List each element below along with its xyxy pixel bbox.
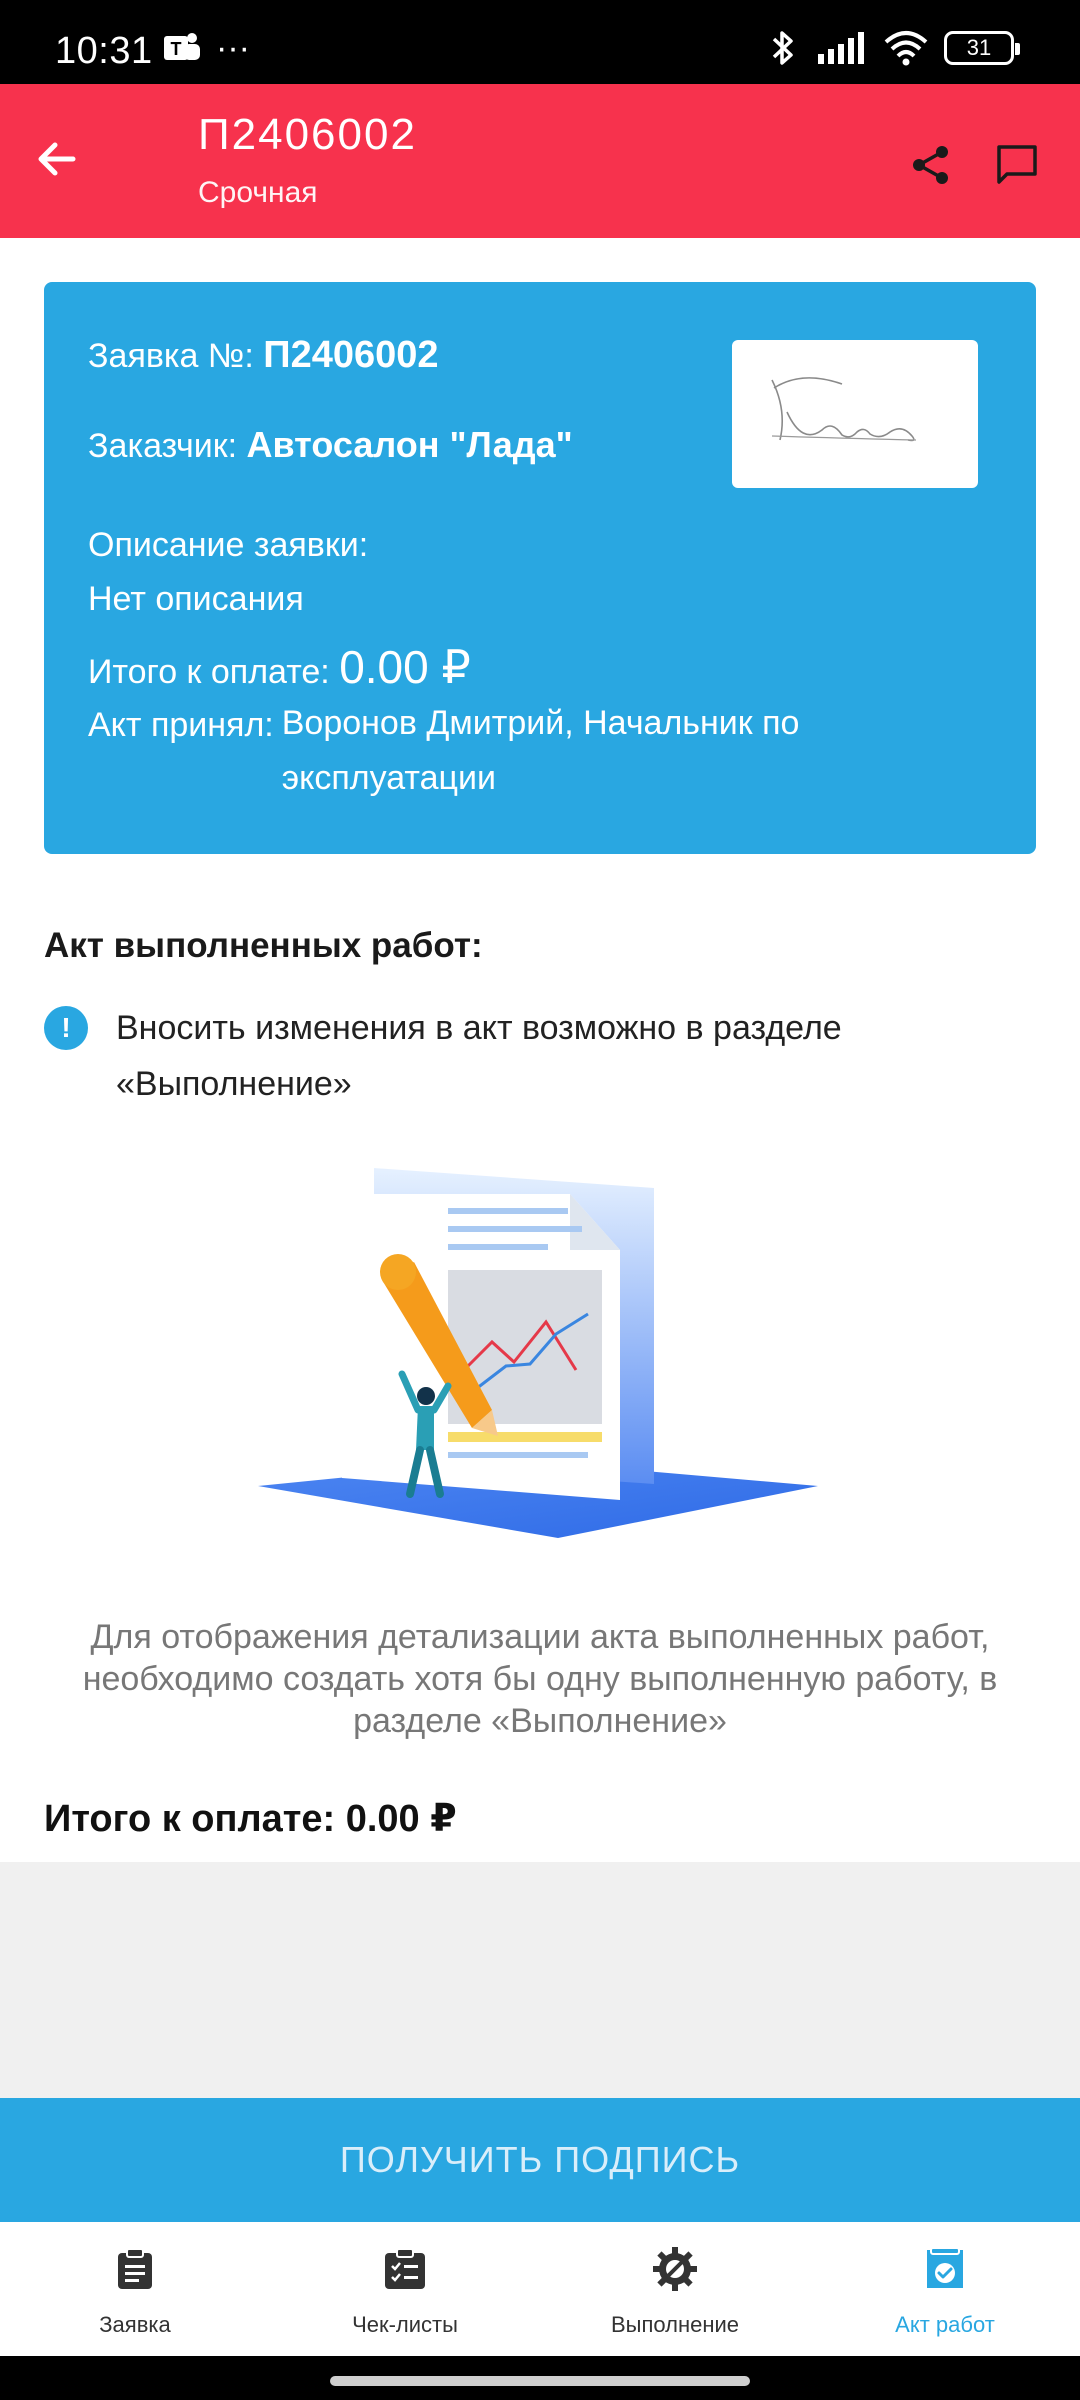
total-row: Итого к оплате: 0.00 ₽ [88,640,471,694]
description-label: Описание заявки: [88,526,369,564]
battery-level: 31 [966,35,992,60]
customer-value: Автосалон "Лада" [246,424,573,465]
accepted-value: Воронов Дмитрий, Начальник по эксплуатац… [281,704,800,797]
customer-label: Заказчик: [88,427,247,465]
info-exclamation-icon: ! [44,1006,88,1050]
nav-label-request: Заявка [99,2312,171,2337]
act-check-icon [920,2244,970,2294]
request-number-row: Заявка №: П2406002 [88,334,439,377]
gesture-area [0,2356,1080,2400]
arrow-back-icon [38,142,76,176]
accepted-label: Акт принял: [88,706,274,744]
back-button[interactable] [22,124,92,194]
get-signature-button[interactable]: ПОЛУЧИТЬ ПОДПИСЬ [0,2098,1080,2222]
clipboard-icon [110,2244,160,2294]
bottom-navigation: Заявка Чек-листы Выполнение Акт работ [0,2222,1080,2356]
empty-act-illustration [258,1160,824,1540]
gesture-handle[interactable] [330,2376,750,2386]
nav-label-act: Акт работ [895,2312,995,2337]
nav-item-act[interactable]: Акт работ [810,2222,1080,2356]
description-value: Нет описания [88,580,304,618]
request-info-card: Заявка №: П2406002 Заказчик: Автосалон "… [44,282,1036,854]
teams-icon: T [164,33,200,60]
status-left-icons: T ··· [162,30,250,66]
share-button[interactable] [898,132,964,198]
total-label: Итого к оплате: [88,653,340,691]
more-icon: ··· [216,29,250,67]
checklist-icon [380,2244,430,2294]
share-icon [913,146,948,184]
act-notice-text: Вносить изменения в акт возможно в разде… [116,1009,842,1103]
page-title: П2406002 [198,110,417,159]
signature-icon [771,377,917,442]
accepted-row: Акт принял: Воронов Дмитрий, Начальник п… [88,704,842,806]
request-number-label: Заявка №: [88,337,264,375]
nav-label-checklists: Чек-листы [352,2312,458,2337]
status-bar: 10:31 T ··· 31 [0,0,1080,84]
signal-icon [818,32,864,64]
wifi-icon [884,31,928,66]
request-number-value: П2406002 [263,334,439,376]
signature-image[interactable] [732,340,978,488]
status-time: 10:31 [55,30,153,72]
act-section-title: Акт выполненных работ: [44,926,483,965]
nav-label-execution: Выполнение [610,2312,740,2337]
content-spacer [0,1862,1080,2098]
customer-row: Заказчик: Автосалон "Лада" [88,424,573,466]
chat-icon [997,145,1037,184]
page-subtitle: Срочная [198,176,318,209]
document-illustration-icon [258,1168,818,1538]
nav-item-checklists[interactable]: Чек-листы [270,2222,540,2356]
app-bar: П2406002 Срочная [0,84,1080,238]
battery-icon: 31 [944,31,1020,65]
nav-item-execution[interactable]: Выполнение [540,2222,810,2356]
gear-wrench-icon [650,2244,700,2294]
svg-text:T: T [171,39,182,59]
empty-act-hint: Для отображения детализации акта выполне… [82,1618,998,1740]
chat-button[interactable] [984,132,1050,198]
total-value: 0.00 ₽ [339,641,471,693]
nav-item-request[interactable]: Заявка [0,2222,270,2356]
bluetooth-icon [772,31,793,65]
act-notice: ! Вносить изменения в акт возможно в раз… [44,1000,1034,1112]
status-right-icons: 31 [766,28,1020,68]
act-total: Итого к оплате: 0.00 ₽ [44,1798,457,1840]
